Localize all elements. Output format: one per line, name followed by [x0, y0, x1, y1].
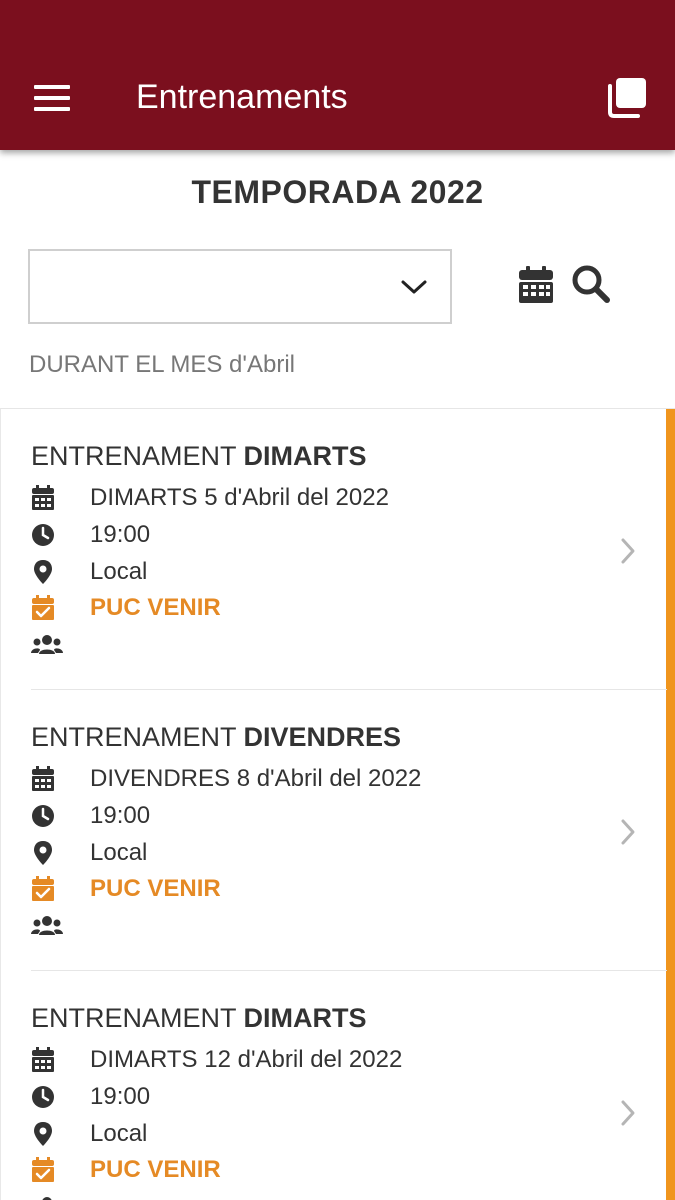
chevron-right-icon: [621, 819, 635, 845]
calendar-button[interactable]: [518, 266, 554, 304]
training-title: ENTRENAMENT DIVENDRES: [31, 722, 402, 752]
training-place-row: Local: [31, 1119, 591, 1149]
training-status-row: PUC VENIR: [31, 593, 591, 623]
calendar-icon: [32, 766, 54, 791]
menu-icon[interactable]: [34, 85, 70, 111]
training-attendees-row: [31, 1192, 591, 1200]
training-time-row: 19:00: [31, 801, 591, 831]
training-place: Local: [90, 1120, 148, 1147]
training-date-row: DIVENDRES 8 d'Abril del 2022: [31, 764, 591, 794]
search-button[interactable]: [571, 264, 611, 304]
chevron-right-icon: [621, 1100, 635, 1126]
training-status: PUC VENIR: [90, 1156, 221, 1183]
training-status-row: PUC VENIR: [31, 874, 591, 904]
location-pin-icon: [34, 560, 52, 584]
training-place: Local: [90, 558, 148, 585]
clock-icon: [32, 524, 54, 546]
training-date: DIMARTS 5 d'Abril del 2022: [90, 484, 389, 511]
training-status: PUC VENIR: [90, 875, 221, 902]
training-list: ENTRENAMENT DIMARTS DIMARTS 5 d'Abril de…: [0, 408, 675, 1200]
location-pin-icon: [34, 841, 52, 865]
copy-icon[interactable]: [606, 76, 648, 118]
training-attendees-row: [31, 630, 591, 660]
training-card[interactable]: ENTRENAMENT DIMARTS DIMARTS 12 d'Abril d…: [1, 971, 667, 1200]
training-place: Local: [90, 839, 148, 866]
training-date-row: DIMARTS 12 d'Abril del 2022: [31, 1045, 591, 1075]
training-time-row: 19:00: [31, 1082, 591, 1112]
month-select[interactable]: [28, 249, 452, 324]
location-pin-icon: [34, 1122, 52, 1146]
calendar-icon: [32, 1047, 54, 1072]
calendar-check-icon: [32, 595, 54, 620]
training-card[interactable]: ENTRENAMENT DIMARTS DIMARTS 5 d'Abril de…: [1, 409, 667, 690]
users-icon: [31, 635, 63, 654]
calendar-check-icon: [32, 876, 54, 901]
clock-icon: [32, 1086, 54, 1108]
training-time: 19:00: [90, 1083, 151, 1110]
training-place-row: Local: [31, 838, 591, 868]
chevron-down-icon: [401, 280, 427, 294]
calendar-icon: [32, 485, 54, 510]
training-date: DIVENDRES 8 d'Abril del 2022: [90, 765, 422, 792]
calendar-check-icon: [32, 1157, 54, 1182]
page-title: Entrenaments: [136, 78, 348, 116]
clock-icon: [32, 805, 54, 827]
month-label: DURANT EL MES d'Abril: [29, 351, 295, 378]
users-icon: [42, 1197, 52, 1200]
training-attendees-row: [31, 911, 591, 941]
chevron-right-icon: [621, 538, 635, 564]
training-time: 19:00: [90, 802, 151, 829]
accent-bar: [666, 409, 675, 1200]
training-status: PUC VENIR: [90, 594, 221, 621]
training-card[interactable]: ENTRENAMENT DIVENDRES DIVENDRES 8 d'Abri…: [1, 690, 667, 971]
training-date: DIMARTS 12 d'Abril del 2022: [90, 1046, 403, 1073]
training-title: ENTRENAMENT DIMARTS: [31, 1003, 367, 1033]
season-title: TEMPORADA 2022: [191, 174, 484, 210]
search-icon: [572, 265, 610, 303]
training-time-row: 19:00: [31, 520, 591, 550]
training-title: ENTRENAMENT DIMARTS: [31, 441, 367, 471]
training-place-row: Local: [31, 557, 591, 587]
training-status-row: PUC VENIR: [31, 1155, 591, 1185]
app-bar: Entrenaments: [0, 0, 675, 150]
training-date-row: DIMARTS 5 d'Abril del 2022: [31, 483, 591, 513]
calendar-icon: [519, 266, 553, 303]
training-time: 19:00: [90, 521, 151, 548]
users-icon: [31, 916, 63, 935]
